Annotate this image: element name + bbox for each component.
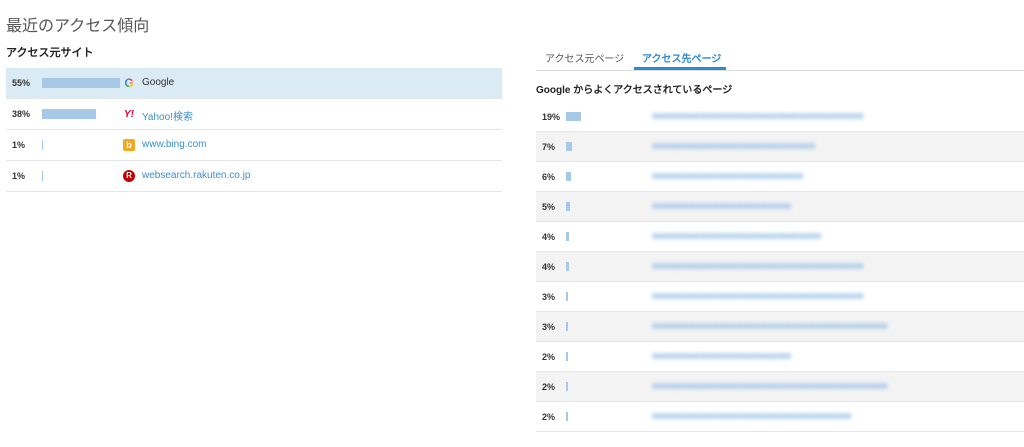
source-percent: 55% bbox=[12, 78, 31, 88]
source-bar bbox=[42, 109, 96, 119]
destination-link[interactable]: ■■■■■■■■■■■■■■■■■■■■■■■■■■■■ bbox=[652, 231, 821, 242]
source-bar-track bbox=[42, 140, 124, 150]
destinations-table: 19% ■■■■■■■■■■■■■■■■■■■■■■■■■■■■■■■■■■■ 7%… bbox=[536, 102, 1024, 432]
destination-bar bbox=[566, 112, 581, 121]
source-percent: 1% bbox=[12, 140, 26, 150]
source-row-rakuten[interactable]: 1% R websearch.rakuten.co.jp bbox=[6, 161, 502, 192]
source-row-google[interactable]: 55% G Google bbox=[6, 68, 502, 99]
destination-bar bbox=[566, 352, 568, 361]
source-bar-track bbox=[42, 109, 124, 119]
destination-percent: 4% bbox=[542, 262, 556, 272]
destination-link[interactable]: ■■■■■■■■■■■■■■■■■■■■■■■■■■■■■■■■■■■ bbox=[652, 111, 863, 122]
source-bar bbox=[42, 171, 43, 181]
rakuten-icon: R bbox=[123, 170, 135, 182]
source-row-yahoo[interactable]: 38% Y! Yahoo!検索 bbox=[6, 99, 502, 130]
yahoo-icon: Y! bbox=[124, 108, 134, 120]
destination-bar bbox=[566, 382, 568, 391]
destination-row[interactable]: 5% ■■■■■■■■■■■■■■■■■■■■■■■ bbox=[536, 192, 1024, 222]
destination-bar bbox=[566, 172, 571, 181]
sources-section-title: アクセス元サイト bbox=[6, 47, 94, 59]
destination-percent: 6% bbox=[542, 172, 556, 182]
destination-percent: 3% bbox=[542, 292, 556, 302]
destination-link[interactable]: ■■■■■■■■■■■■■■■■■■■■■■■ bbox=[652, 351, 791, 362]
source-bar bbox=[42, 78, 120, 88]
destination-percent: 4% bbox=[542, 232, 556, 242]
destination-percent: 2% bbox=[542, 382, 556, 392]
destination-percent: 2% bbox=[542, 412, 556, 422]
source-bar-track bbox=[42, 78, 124, 88]
page-title: 最近のアクセス傾向 bbox=[6, 18, 150, 35]
destination-row[interactable]: 2% ■■■■■■■■■■■■■■■■■■■■■■■■■■■■■■■■■■■■■■… bbox=[536, 372, 1024, 402]
source-link[interactable]: Yahoo!検索 bbox=[142, 108, 193, 123]
destination-row[interactable]: 4% ■■■■■■■■■■■■■■■■■■■■■■■■■■■■■■■■■■■ bbox=[536, 252, 1024, 282]
source-percent: 1% bbox=[12, 171, 26, 181]
destination-percent: 7% bbox=[542, 142, 556, 152]
destination-percent: 3% bbox=[542, 322, 556, 332]
source-link[interactable]: www.bing.com bbox=[142, 139, 206, 150]
source-row-bing[interactable]: 1% b www.bing.com bbox=[6, 130, 502, 161]
destination-link[interactable]: ■■■■■■■■■■■■■■■■■■■■■■■■■■■■■■■■■■■ bbox=[652, 291, 863, 302]
destination-row[interactable]: 3% ■■■■■■■■■■■■■■■■■■■■■■■■■■■■■■■■■■■ bbox=[536, 282, 1024, 312]
destination-bar bbox=[566, 322, 568, 331]
active-tab-indicator bbox=[634, 67, 726, 70]
tab-bar: アクセス元ページ アクセス先ページ bbox=[536, 44, 1024, 71]
destination-link[interactable]: ■■■■■■■■■■■■■■■■■■■■■■■■■■■■■■■■■■■■■■■ bbox=[652, 381, 888, 392]
tab-source-pages[interactable]: アクセス元ページ bbox=[545, 50, 624, 73]
source-bar bbox=[42, 140, 43, 150]
source-link[interactable]: websearch.rakuten.co.jp bbox=[142, 170, 250, 181]
destination-link[interactable]: ■■■■■■■■■■■■■■■■■■■■■■■■■■■■■■■■■■■ bbox=[652, 261, 863, 272]
destination-bar bbox=[566, 292, 568, 301]
destination-row[interactable]: 7% ■■■■■■■■■■■■■■■■■■■■■■■■■■■ bbox=[536, 132, 1024, 162]
destination-link[interactable]: ■■■■■■■■■■■■■■■■■■■■■■■■■■■■■■■■■ bbox=[652, 411, 851, 422]
destination-row[interactable]: 3% ■■■■■■■■■■■■■■■■■■■■■■■■■■■■■■■■■■■■■■… bbox=[536, 312, 1024, 342]
destination-row[interactable]: 19% ■■■■■■■■■■■■■■■■■■■■■■■■■■■■■■■■■■■ bbox=[536, 102, 1024, 132]
destination-row[interactable]: 4% ■■■■■■■■■■■■■■■■■■■■■■■■■■■■ bbox=[536, 222, 1024, 252]
destination-link[interactable]: ■■■■■■■■■■■■■■■■■■■■■■■■■■■■■■■■■■■■■■■ bbox=[652, 321, 888, 332]
destination-link[interactable]: ■■■■■■■■■■■■■■■■■■■■■■■ bbox=[652, 201, 791, 212]
destination-bar bbox=[566, 412, 568, 421]
source-percent: 38% bbox=[12, 109, 31, 119]
destination-percent: 19% bbox=[542, 112, 561, 122]
destination-row[interactable]: 6% ■■■■■■■■■■■■■■■■■■■■■■■■■ bbox=[536, 162, 1024, 192]
destination-row[interactable]: 2% ■■■■■■■■■■■■■■■■■■■■■■■■■■■■■■■■■ bbox=[536, 402, 1024, 432]
destination-percent: 2% bbox=[542, 352, 556, 362]
destination-bar bbox=[566, 232, 569, 241]
source-bar-track bbox=[42, 171, 124, 181]
google-icon: G bbox=[124, 76, 134, 90]
destinations-title: Google からよくアクセスされているページ bbox=[536, 85, 733, 96]
destination-percent: 5% bbox=[542, 202, 556, 212]
destination-bar bbox=[566, 202, 570, 211]
destination-link[interactable]: ■■■■■■■■■■■■■■■■■■■■■■■■■ bbox=[652, 171, 803, 182]
destination-bar bbox=[566, 142, 572, 151]
destination-row[interactable]: 2% ■■■■■■■■■■■■■■■■■■■■■■■ bbox=[536, 342, 1024, 372]
destination-bar bbox=[566, 262, 569, 271]
bing-icon: b bbox=[123, 139, 135, 151]
source-label: Google bbox=[142, 77, 175, 88]
destination-link[interactable]: ■■■■■■■■■■■■■■■■■■■■■■■■■■■ bbox=[652, 141, 815, 152]
sources-table: 55% G Google 38% Y! Yahoo!検索 1% b www.bi… bbox=[6, 68, 502, 192]
